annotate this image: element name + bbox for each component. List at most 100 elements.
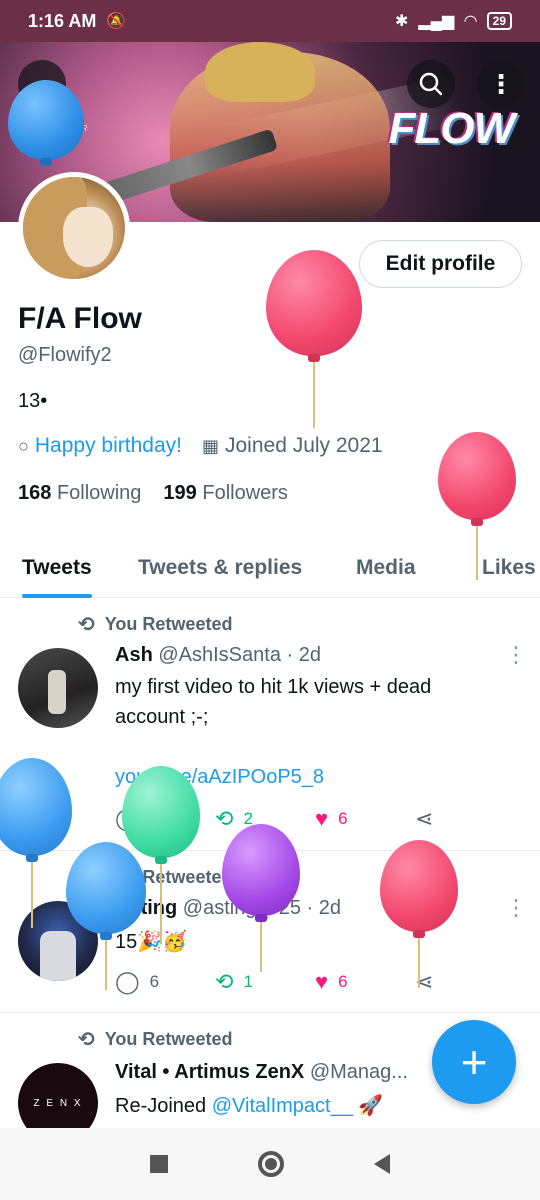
tweet-mention[interactable]: @VitalImpact__ <box>212 1095 353 1117</box>
tweet-item[interactable]: ⟲ You Retweeted Ash @AshIsSanta · 2d ⋮ m… <box>0 598 540 851</box>
profile-name: F/A Flow <box>18 302 142 335</box>
retweet-label: You Retweeted <box>104 614 233 634</box>
banner-flow-text: FLOW <box>388 104 515 153</box>
retweet-icon: ⟲ <box>78 614 95 636</box>
profile-handle: @Flowify2 <box>18 344 112 366</box>
reply-icon: ◯ <box>115 806 140 831</box>
plus-icon: + <box>460 1036 488 1088</box>
like-count: 6 <box>338 809 348 828</box>
status-bar: 1:16 AM 🔕 ✱ ▂▄▆ ◠ 29 <box>0 0 540 42</box>
retweet-indicator: ⟲ You Retweeted <box>78 865 232 890</box>
reply-count: 6 <box>149 972 160 991</box>
edit-profile-button[interactable]: Edit profile <box>359 240 522 288</box>
signal-icon: ▂▄▆ <box>418 13 455 30</box>
tweet-author-handle: @AshIsSanta · 2d <box>158 644 321 666</box>
tweet-actions: ◯ 6 ⟲ 1 ♥ 6 ⋖ <box>115 969 515 995</box>
tweet-avatar[interactable]: Z E N X <box>18 1063 98 1128</box>
tweet-header: Asting @asting_725 · 2d <box>115 897 341 920</box>
avatar-figure <box>40 931 76 981</box>
tab-media[interactable]: Media <box>356 538 416 598</box>
balloon-icon: ○ <box>18 435 29 456</box>
retweet-icon: ⟲ <box>215 806 234 831</box>
more-options-button[interactable]: ⋮ <box>477 60 525 108</box>
tweet-more-icon[interactable]: ⋮ <box>505 895 527 921</box>
profile-meta: ○ Happy birthday! ▦ Joined July 2021 <box>18 434 383 458</box>
system-nav-bar <box>0 1128 540 1200</box>
retweet-icon: ⟲ <box>215 969 234 994</box>
tab-tweets[interactable]: Tweets <box>22 538 92 598</box>
recent-apps-icon[interactable] <box>150 1155 168 1173</box>
home-icon[interactable] <box>258 1151 284 1177</box>
status-icons: ✱ ▂▄▆ ◠ 29 <box>395 11 512 31</box>
tweet-text-prefix: Re-Joined <box>115 1095 212 1117</box>
tweet-link[interactable]: youtu.be/aAzIPOoP5_8 <box>115 762 495 792</box>
balloon-pink-icon <box>266 250 362 430</box>
birthday-text: Happy birthday! <box>34 434 182 457</box>
tweet-item[interactable]: ⟲ You Retweeted Asting @asting_725 · 2d … <box>0 851 540 1013</box>
tweet-author-name[interactable]: Vital • Artimus ZenX <box>115 1061 304 1083</box>
following-link[interactable]: 168 Following <box>18 482 141 505</box>
share-icon: ⋖ <box>415 806 434 831</box>
share-button[interactable]: ⋖ <box>415 969 515 995</box>
avatar-figure <box>48 670 66 714</box>
mute-icon: 🔕 <box>106 13 127 30</box>
tweet-author-name[interactable]: Ash <box>115 644 153 666</box>
share-icon: ⋖ <box>415 969 434 994</box>
tweet-header: Vital • Artimus ZenX @Manag... <box>115 1061 408 1084</box>
followers-count: 199 <box>163 482 197 504</box>
tweet-actions: ◯ ⟲ 2 ♥ 6 ⋖ <box>115 806 515 832</box>
heart-icon: ♥ <box>315 806 329 831</box>
share-button[interactable]: ⋖ <box>415 806 515 832</box>
tweet-header: Ash @AshIsSanta · 2d <box>115 644 321 667</box>
retweet-count: 1 <box>243 972 253 991</box>
followers-label: Followers <box>202 482 288 504</box>
like-count: 6 <box>338 972 348 991</box>
battery-icon: 29 <box>486 12 512 30</box>
tweet-text-suffix: 🚀 <box>352 1095 384 1117</box>
retweet-icon: ⟲ <box>78 1029 95 1051</box>
tweet-author-name[interactable]: Asting <box>115 897 177 919</box>
banner-character-hair <box>205 42 315 102</box>
tweet-text: my first video to hit 1k views + dead ac… <box>115 676 432 728</box>
tweet-avatar[interactable] <box>18 901 98 981</box>
tweet-avatar[interactable] <box>18 648 98 728</box>
calendar-icon: ▦ <box>201 435 219 456</box>
bluetooth-icon: ✱ <box>394 13 409 30</box>
tweet-text: Re-Joined @VitalImpact__ 🚀 <box>115 1091 495 1121</box>
vertical-dots-icon: ⋮ <box>488 68 514 99</box>
retweet-button[interactable]: ⟲ 2 <box>215 806 315 832</box>
retweet-label: You Retweeted <box>104 867 233 887</box>
tab-tweets-replies[interactable]: Tweets & replies <box>138 538 302 598</box>
back-triangle-icon[interactable] <box>374 1154 390 1174</box>
follow-stats: 168 Following 199 Followers <box>18 482 288 505</box>
following-count: 168 <box>18 482 52 504</box>
retweet-icon: ⟲ <box>78 867 95 889</box>
tweet-text: 15🎉🥳 <box>115 931 188 953</box>
followers-link[interactable]: 199 Followers <box>163 482 288 505</box>
avatar-face <box>63 207 113 267</box>
retweet-count: 2 <box>243 809 253 828</box>
status-time: 1:16 AM <box>28 10 97 31</box>
compose-tweet-button[interactable]: + <box>432 1020 516 1104</box>
heart-icon: ♥ <box>315 969 329 994</box>
search-button[interactable] <box>407 60 455 108</box>
retweet-button[interactable]: ⟲ 1 <box>215 969 315 995</box>
tweet-more-icon[interactable]: ⋮ <box>505 642 527 668</box>
retweet-label: You Retweeted <box>104 1029 233 1049</box>
like-button[interactable]: ♥ 6 <box>315 806 415 832</box>
reply-icon: ◯ <box>115 969 140 994</box>
profile-bio: 13• <box>18 390 48 412</box>
tab-likes[interactable]: Likes <box>482 538 536 598</box>
retweet-indicator: ⟲ You Retweeted <box>78 1027 232 1052</box>
tweet-author-handle: @asting_725 · 2d <box>182 897 341 919</box>
back-button[interactable]: ‹ <box>18 60 66 108</box>
wifi-icon: ◠ <box>464 13 477 30</box>
like-button[interactable]: ♥ 6 <box>315 969 415 995</box>
tweet-author-handle: @Manag... <box>309 1061 408 1083</box>
reply-button[interactable]: ◯ 6 <box>115 969 215 995</box>
arrow-left-icon: ‹ <box>37 68 47 99</box>
search-icon <box>419 72 443 96</box>
following-label: Following <box>56 482 142 504</box>
profile-avatar[interactable] <box>18 172 130 284</box>
reply-button[interactable]: ◯ <box>115 806 215 832</box>
